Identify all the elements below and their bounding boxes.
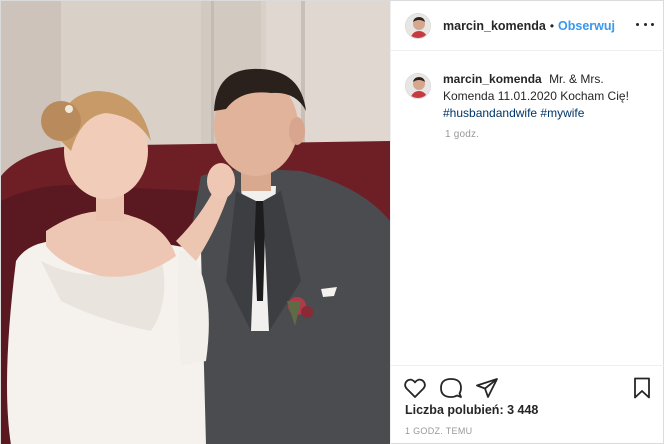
caption-avatar[interactable]	[405, 73, 431, 99]
author-avatar[interactable]	[405, 12, 431, 39]
dot-icon	[636, 22, 639, 26]
avatar-image	[406, 74, 430, 98]
hashtag-link[interactable]: #mywife	[540, 106, 584, 120]
avatar-image	[406, 13, 430, 38]
action-icons	[403, 376, 499, 400]
bookmark-icon[interactable]	[630, 376, 654, 400]
caption-text-block: marcin_komenda Mr. & Mrs. Komenda 11.01.…	[443, 71, 653, 122]
dot-icon	[651, 22, 654, 26]
caption-time: 1 godz.	[445, 129, 480, 140]
caption-username[interactable]: marcin_komenda	[443, 72, 542, 86]
more-options-icon[interactable]	[636, 19, 654, 29]
post-timestamp: 1 GODZ. TEMU	[405, 426, 473, 436]
hashtag-link[interactable]: #husbandandwife	[443, 106, 537, 120]
wedding-couple-photo	[1, 1, 390, 444]
heart-icon[interactable]	[403, 376, 427, 400]
likes-count[interactable]: Liczba polubień: 3 448	[405, 403, 538, 417]
author-username[interactable]: marcin_komenda	[443, 19, 546, 33]
instagram-post: marcin_komenda • Obserwuj marcin_komenda	[0, 0, 664, 444]
header-separator: •	[549, 18, 555, 33]
follow-button[interactable]: Obserwuj	[558, 19, 615, 33]
caption-comment: marcin_komenda Mr. & Mrs. Komenda 11.01.…	[405, 71, 655, 122]
actions-bar: Liczba polubień: 3 448 1 GODZ. TEMU	[391, 365, 664, 444]
comment-icon[interactable]	[439, 376, 463, 400]
post-header: marcin_komenda • Obserwuj	[391, 1, 664, 51]
post-photo[interactable]	[1, 1, 390, 444]
share-icon[interactable]	[475, 376, 499, 400]
dot-icon	[643, 22, 647, 26]
post-sidebar: marcin_komenda • Obserwuj marcin_komenda	[390, 1, 664, 444]
